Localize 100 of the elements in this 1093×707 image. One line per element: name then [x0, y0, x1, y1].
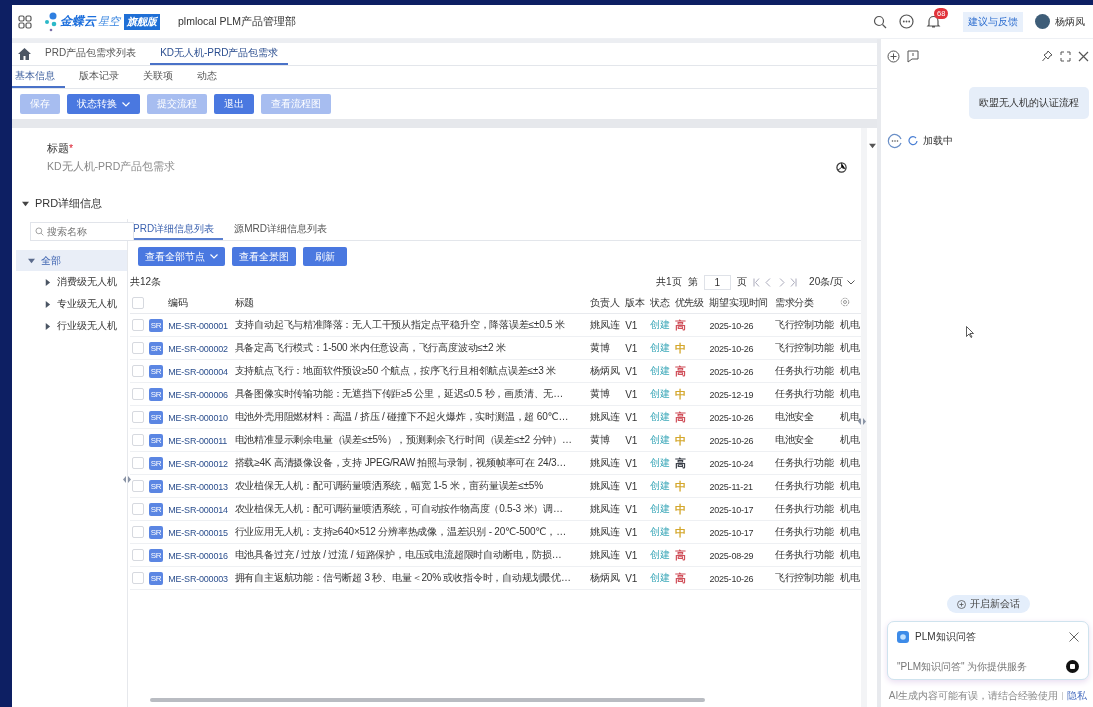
user-avatar[interactable]	[1035, 14, 1050, 29]
section-tab[interactable]: 版本记录	[69, 66, 129, 88]
caret-down-icon	[22, 200, 29, 207]
table-cell: 姚凤连	[590, 526, 620, 537]
row-checkbox[interactable]	[132, 411, 144, 424]
home-icon[interactable]	[18, 48, 31, 60]
row-checkbox[interactable]	[132, 434, 144, 447]
aperture-icon[interactable]	[836, 161, 847, 173]
user-name[interactable]: 杨炳凤	[1055, 14, 1085, 29]
close-icon[interactable]	[1078, 50, 1089, 62]
code-link[interactable]: ME-SR-000012	[168, 458, 228, 469]
table-cell: 杨炳凤	[590, 572, 620, 583]
table-cell: 机电	[840, 549, 860, 560]
priority-text: 中	[674, 387, 686, 400]
column-header[interactable]: 期望实现时间	[709, 297, 769, 308]
table-cell: V1	[625, 526, 638, 538]
tree-item[interactable]: 消费级无人机	[16, 271, 127, 293]
table-cell: V1	[625, 572, 638, 584]
new-chat-button[interactable]: 开启新会话	[946, 595, 1030, 613]
row-checkbox[interactable]	[132, 480, 144, 493]
column-header[interactable]: 编码	[168, 297, 188, 308]
toolbar-button[interactable]: 状态转换	[67, 94, 140, 114]
pagination-arrows-icon[interactable]	[753, 277, 798, 287]
expand-icon[interactable]	[1060, 50, 1071, 62]
app-grid-icon[interactable]	[18, 14, 32, 29]
table-cell: 黄博	[590, 388, 611, 399]
row-checkbox[interactable]	[132, 342, 144, 355]
chat-bot-icon[interactable]	[899, 14, 914, 29]
code-link[interactable]: ME-SR-000014	[168, 504, 228, 515]
search-icon[interactable]	[873, 14, 887, 29]
type-badge: SR	[148, 479, 164, 493]
row-checkbox[interactable]	[132, 526, 144, 539]
privacy-link[interactable]: 隐私	[1067, 689, 1088, 703]
table-action-button[interactable]: 查看全部节点	[138, 247, 225, 266]
code-link[interactable]: ME-SR-000010	[168, 412, 228, 423]
row-checkbox[interactable]	[132, 365, 144, 378]
code-link[interactable]: ME-SR-000016	[168, 550, 228, 561]
section-header[interactable]: PRD详细信息	[22, 196, 861, 211]
row-checkbox[interactable]	[132, 457, 144, 470]
assistant-name: PLM知识问答	[915, 630, 976, 644]
tree-item[interactable]: 全部	[16, 250, 127, 271]
code-link[interactable]: ME-SR-000013	[168, 481, 228, 492]
bell-icon[interactable]	[926, 14, 941, 29]
column-header[interactable]: 需求分类	[774, 297, 815, 308]
row-checkbox[interactable]	[132, 503, 144, 516]
toolbar-button[interactable]: 退出	[214, 94, 254, 114]
section-tab[interactable]: 动态	[187, 66, 227, 88]
row-checkbox[interactable]	[132, 388, 144, 401]
type-badge: SR	[148, 341, 164, 355]
code-link[interactable]: ME-SR-000011	[168, 435, 228, 446]
history-icon[interactable]	[907, 49, 919, 63]
column-header[interactable]: 标题	[234, 297, 255, 308]
table-cell: V1	[625, 480, 638, 492]
column-header[interactable]: 优先级	[674, 297, 704, 308]
table-cell: 机电	[840, 388, 860, 399]
code-link[interactable]: ME-SR-000002	[168, 343, 228, 354]
code-link[interactable]: ME-SR-000003	[168, 573, 228, 584]
status-text: 创建	[649, 549, 670, 560]
page-size-select[interactable]: 20条/页	[809, 275, 855, 289]
stop-icon[interactable]	[1066, 660, 1079, 673]
table-cell: 农业植保无人机：配可调药量喷洒系统，可自动按作物高度（0.5-3 米）调…	[234, 503, 563, 514]
column-header[interactable]: 状态	[649, 297, 670, 308]
assistant-avatar-icon	[887, 133, 903, 149]
page-number-field[interactable]: 1	[703, 274, 732, 290]
column-header[interactable]: 版本	[625, 297, 645, 308]
list-tab[interactable]: 源MRD详细信息列表	[231, 219, 336, 240]
caret-down-icon[interactable]	[868, 143, 876, 149]
table-cell: 姚凤连	[590, 411, 620, 422]
status-text: 创建	[649, 319, 670, 330]
settings-icon[interactable]	[840, 297, 851, 307]
page-tab[interactable]: PRD产品包需求列表	[35, 43, 147, 65]
status-text: 创建	[649, 365, 670, 376]
pin-icon[interactable]	[1042, 50, 1053, 62]
code-link[interactable]: ME-SR-000001	[168, 320, 228, 331]
feedback-button[interactable]: 建议与反馈	[963, 11, 1023, 32]
tree-item[interactable]: 行业级无人机	[16, 315, 127, 337]
row-checkbox[interactable]	[132, 572, 144, 585]
priority-text: 高	[674, 571, 686, 584]
search-field[interactable]: 搜索名称	[30, 222, 134, 241]
row-checkbox[interactable]	[132, 319, 144, 332]
table-action-button[interactable]: 刷新	[303, 247, 347, 266]
table-action-button[interactable]: 查看全景图	[232, 247, 296, 266]
column-header[interactable]: 负责人	[590, 297, 620, 308]
code-link[interactable]: ME-SR-000006	[168, 389, 228, 400]
priority-text: 中	[674, 502, 686, 515]
code-link[interactable]: ME-SR-000004	[168, 366, 228, 377]
row-checkbox[interactable]	[132, 549, 144, 562]
section-tab[interactable]: 关联项	[133, 66, 183, 88]
scrollbar-thumb[interactable]	[150, 698, 705, 702]
close-icon[interactable]	[1069, 632, 1079, 642]
field-label: 标题*	[47, 142, 75, 156]
tree-item[interactable]: 专业级无人机	[16, 293, 127, 315]
splitter-handle-icon[interactable]	[858, 418, 866, 425]
splitter-handle-icon[interactable]	[123, 476, 131, 483]
code-link[interactable]: ME-SR-000015	[168, 527, 228, 538]
new-chat-icon[interactable]	[887, 49, 900, 63]
select-all-checkbox[interactable]	[132, 297, 144, 310]
table-cell: 2025-10-17	[709, 504, 754, 515]
list-tab[interactable]: PRD详细信息列表	[130, 219, 224, 240]
assistant-app-icon	[897, 631, 909, 643]
